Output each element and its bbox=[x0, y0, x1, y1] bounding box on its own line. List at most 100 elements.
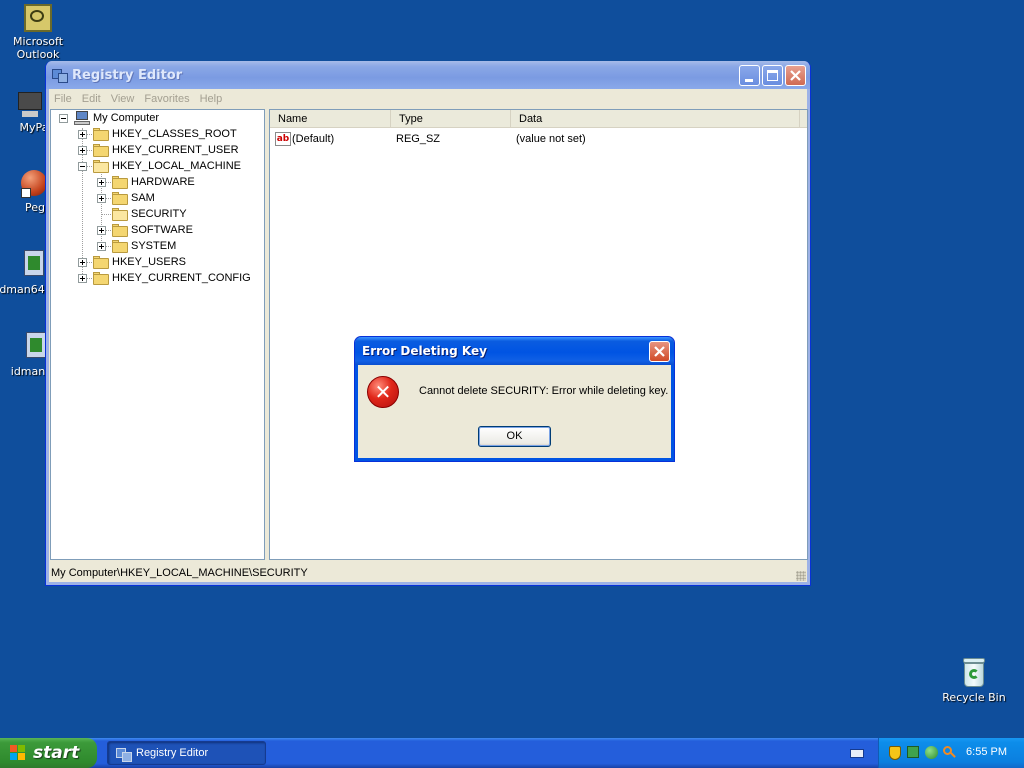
menu-bar: File Edit View Favorites Help bbox=[46, 89, 810, 109]
system-tray: 6:55 PM bbox=[878, 738, 1024, 768]
tree-item-label: SECURITY bbox=[131, 208, 187, 220]
value-name: (Default) bbox=[292, 133, 335, 145]
tree-item-label: HKEY_CURRENT_USER bbox=[112, 144, 239, 156]
tree-item-hkey-classes-root[interactable]: HKEY_CLASSES_ROOT bbox=[93, 126, 237, 142]
recycle-bin-icon bbox=[960, 658, 988, 688]
desktop-icon-label: Microsoft Outlook bbox=[12, 35, 64, 61]
tree-item-hkey-users[interactable]: HKEY_USERS bbox=[93, 254, 186, 270]
list-item[interactable]: ab (Default) REG_SZ (value not set) bbox=[270, 131, 807, 147]
registry-editor-window[interactable]: Registry Editor File Edit View Favorites… bbox=[45, 61, 811, 586]
taskbar-item-registry-editor[interactable]: Registry Editor bbox=[107, 741, 266, 765]
tree-item-label: SYSTEM bbox=[131, 240, 177, 252]
registry-editor-icon bbox=[52, 67, 68, 83]
installer-icon bbox=[22, 250, 46, 280]
minimize-button[interactable] bbox=[739, 65, 760, 86]
outlook-icon bbox=[24, 4, 52, 32]
expand-toggle[interactable] bbox=[78, 130, 87, 139]
collapse-toggle[interactable] bbox=[78, 162, 87, 171]
security-shield-icon[interactable] bbox=[889, 746, 903, 760]
menu-help[interactable]: Help bbox=[196, 93, 229, 105]
error-icon: ✕ bbox=[367, 376, 399, 408]
tree-item-hkey-current-config[interactable]: HKEY_CURRENT_CONFIG bbox=[93, 270, 251, 286]
collapse-toggle[interactable] bbox=[59, 114, 68, 123]
list-header: Name Type Data bbox=[270, 110, 807, 128]
tree-item-hardware[interactable]: HARDWARE bbox=[112, 174, 195, 190]
column-header-type[interactable]: Type bbox=[391, 110, 511, 128]
tree-item-label: HKEY_LOCAL_MACHINE bbox=[112, 160, 241, 172]
folder-icon bbox=[93, 271, 109, 285]
folder-icon bbox=[93, 255, 109, 269]
desktop-icon-outlook[interactable]: Microsoft Outlook bbox=[0, 4, 76, 61]
ok-button[interactable]: OK bbox=[478, 426, 551, 447]
string-value-icon: ab bbox=[275, 132, 291, 146]
expand-toggle[interactable] bbox=[97, 194, 106, 203]
status-bar: My Computer\HKEY_LOCAL_MACHINE\SECURITY bbox=[50, 563, 808, 583]
desktop-icon-label: Recycle Bin bbox=[942, 691, 1006, 704]
maximize-icon bbox=[767, 70, 778, 81]
expand-toggle[interactable] bbox=[97, 178, 106, 187]
dialog-titlebar[interactable]: Error Deleting Key bbox=[355, 337, 674, 365]
expand-toggle[interactable] bbox=[78, 258, 87, 267]
minimize-icon bbox=[745, 79, 753, 82]
tree-item-my-computer[interactable]: My Computer bbox=[74, 110, 159, 126]
open-folder-icon bbox=[112, 207, 128, 221]
expand-toggle[interactable] bbox=[78, 146, 87, 155]
window-titlebar[interactable]: Registry Editor bbox=[46, 61, 810, 89]
clock[interactable]: 6:55 PM bbox=[966, 746, 1007, 758]
pane-area: My Computer HKEY_CLASSES_ROOT HKEY_CURRE… bbox=[50, 109, 808, 560]
folder-icon bbox=[93, 127, 109, 141]
menu-view[interactable]: View bbox=[107, 93, 141, 105]
menu-favorites[interactable]: Favorites bbox=[140, 93, 195, 105]
taskbar-item-label: Registry Editor bbox=[136, 747, 209, 759]
desktop-icon-recycle-bin[interactable]: Recycle Bin bbox=[936, 658, 1012, 704]
tree-item-label: My Computer bbox=[93, 112, 160, 124]
value-type: REG_SZ bbox=[396, 133, 441, 145]
tree-item-label: HKEY_CURRENT_CONFIG bbox=[112, 272, 251, 284]
window-title: Registry Editor bbox=[72, 67, 183, 83]
start-button[interactable]: start bbox=[0, 738, 97, 768]
close-button[interactable] bbox=[785, 65, 806, 86]
start-label: start bbox=[33, 743, 80, 763]
folder-icon bbox=[93, 143, 109, 157]
menu-edit[interactable]: Edit bbox=[78, 93, 107, 105]
tree-item-label: HKEY_CLASSES_ROOT bbox=[112, 128, 237, 140]
expand-toggle[interactable] bbox=[97, 242, 106, 251]
column-header-name[interactable]: Name bbox=[270, 110, 391, 128]
open-folder-icon bbox=[93, 159, 109, 173]
computer-icon bbox=[74, 111, 90, 125]
column-header-data[interactable]: Data bbox=[511, 110, 800, 128]
close-icon bbox=[790, 70, 801, 81]
tree-item-hkey-current-user[interactable]: HKEY_CURRENT_USER bbox=[93, 142, 239, 158]
network-icon[interactable] bbox=[907, 746, 921, 760]
tree-item-label: HARDWARE bbox=[131, 176, 195, 188]
expand-toggle[interactable] bbox=[97, 226, 106, 235]
error-message: Cannot delete SECURITY: Error while dele… bbox=[419, 385, 669, 397]
tree-item-label: SOFTWARE bbox=[131, 224, 193, 236]
maximize-button[interactable] bbox=[762, 65, 783, 86]
value-data: (value not set) bbox=[516, 133, 586, 145]
tree-item-sam[interactable]: SAM bbox=[112, 190, 155, 206]
dialog-title: Error Deleting Key bbox=[362, 344, 487, 358]
values-list-pane[interactable]: Name Type Data ab (Default) REG_SZ (valu… bbox=[269, 109, 808, 560]
error-dialog[interactable]: Error Deleting Key ✕ Cannot delete SECUR… bbox=[354, 336, 675, 462]
folder-icon bbox=[112, 191, 128, 205]
tree-item-software[interactable]: SOFTWARE bbox=[112, 222, 193, 238]
registry-editor-icon bbox=[116, 746, 132, 762]
tree-item-security[interactable]: SECURITY bbox=[112, 206, 187, 222]
expand-toggle[interactable] bbox=[78, 274, 87, 283]
dialog-close-button[interactable] bbox=[649, 341, 670, 362]
key-tree-pane[interactable]: My Computer HKEY_CLASSES_ROOT HKEY_CURRE… bbox=[50, 109, 265, 560]
search-icon[interactable] bbox=[943, 746, 957, 760]
taskbar: start Registry Editor 6:55 PM bbox=[0, 738, 1024, 768]
folder-icon bbox=[112, 175, 128, 189]
tree-item-label: SAM bbox=[131, 192, 155, 204]
resize-grip[interactable] bbox=[796, 571, 806, 581]
my-computer-icon bbox=[18, 92, 42, 118]
tree-item-system[interactable]: SYSTEM bbox=[112, 238, 176, 254]
globe-icon[interactable] bbox=[925, 746, 939, 760]
keyboard-icon[interactable] bbox=[850, 749, 864, 758]
menu-file[interactable]: File bbox=[50, 93, 78, 105]
tree-item-label: HKEY_USERS bbox=[112, 256, 186, 268]
tree-item-hkey-local-machine[interactable]: HKEY_LOCAL_MACHINE bbox=[93, 158, 241, 174]
folder-icon bbox=[112, 239, 128, 253]
